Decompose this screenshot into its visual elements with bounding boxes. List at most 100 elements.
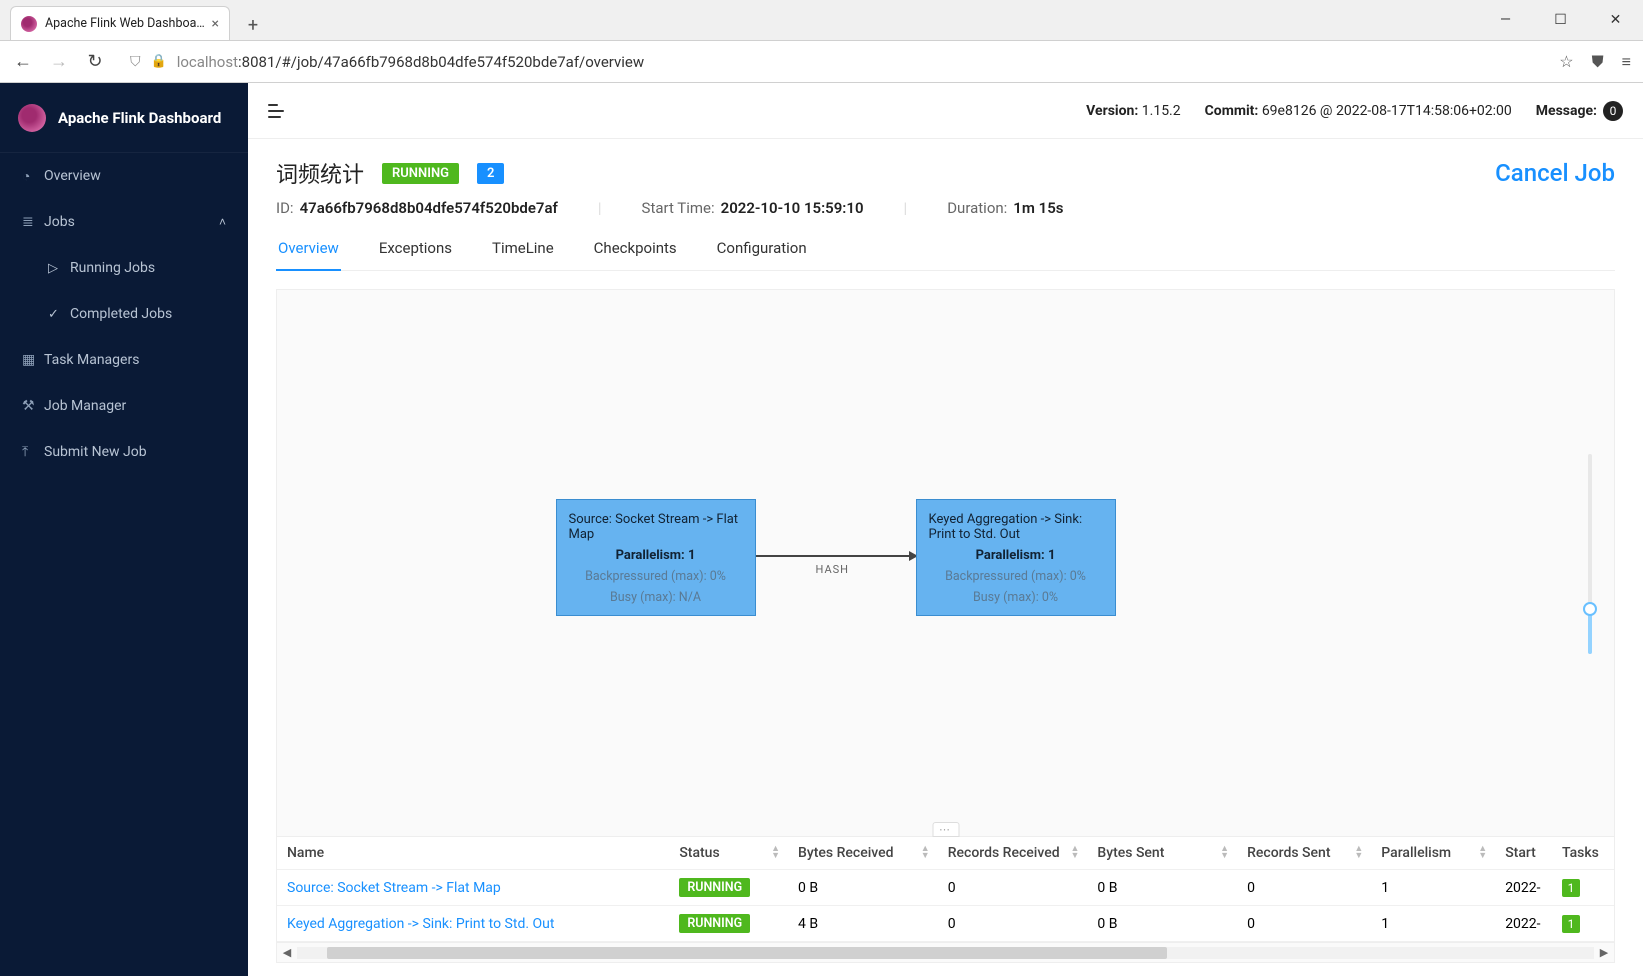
forward-button[interactable]: → bbox=[48, 51, 70, 73]
tab-timeline[interactable]: TimeLine bbox=[490, 239, 556, 270]
status-badge: RUNNING bbox=[679, 878, 750, 897]
sort-icon[interactable]: ▲▼ bbox=[1220, 846, 1229, 860]
list-icon: ≣ bbox=[22, 214, 44, 230]
menu-icon[interactable]: ≡ bbox=[1622, 52, 1631, 72]
cell-start-time: 2022- bbox=[1495, 870, 1552, 906]
minimize-button[interactable]: — bbox=[1478, 0, 1533, 40]
message-label: Message: bbox=[1536, 103, 1597, 119]
zoom-slider[interactable] bbox=[1588, 454, 1592, 654]
tab-checkpoints[interactable]: Checkpoints bbox=[592, 239, 679, 270]
job-start-label: Start Time: bbox=[642, 199, 715, 217]
scroll-thumb[interactable] bbox=[327, 947, 1167, 959]
col-name[interactable]: Name bbox=[277, 837, 669, 870]
col-tasks[interactable]: Tasks bbox=[1552, 837, 1614, 870]
sidebar-item-completed-jobs[interactable]: ✓ Completed Jobs bbox=[0, 291, 248, 337]
scroll-track[interactable] bbox=[297, 947, 1594, 959]
upload-icon: ⤒ bbox=[22, 444, 44, 460]
sidebar-item-label: Job Manager bbox=[44, 398, 126, 414]
graph-edge bbox=[756, 555, 916, 557]
table-row[interactable]: Keyed Aggregation -> Sink: Print to Std.… bbox=[277, 906, 1614, 942]
sidebar-item-task-managers[interactable]: ▦ Task Managers bbox=[0, 337, 248, 383]
graph-node-backpressure: Backpressured (max): 0% bbox=[569, 569, 743, 584]
col-records-received[interactable]: Records Received▲▼ bbox=[938, 837, 1088, 870]
tab-overview[interactable]: Overview bbox=[276, 239, 341, 271]
status-badge: RUNNING bbox=[679, 914, 750, 933]
table-horizontal-scrollbar[interactable]: ◀ ▶ bbox=[277, 942, 1614, 962]
flink-favicon bbox=[21, 16, 37, 32]
zoom-track-fill bbox=[1588, 610, 1592, 654]
close-icon[interactable]: × bbox=[212, 16, 219, 32]
sidebar-item-jobs[interactable]: ≣ Jobs ˄ bbox=[0, 199, 248, 245]
sidebar-toggle-button[interactable] bbox=[268, 104, 286, 118]
close-window-button[interactable]: ✕ bbox=[1588, 0, 1643, 40]
bookmark-icon[interactable]: ☆ bbox=[1559, 52, 1573, 71]
execution-graph: Source: Socket Stream -> Flat Map Parall… bbox=[556, 463, 1336, 663]
sort-icon[interactable]: ▲▼ bbox=[1354, 846, 1363, 860]
col-bytes-sent[interactable]: Bytes Sent▲▼ bbox=[1087, 837, 1237, 870]
lock-icon[interactable]: 🔒 bbox=[151, 54, 167, 69]
graph-node-2[interactable]: Keyed Aggregation -> Sink: Print to Std.… bbox=[916, 499, 1116, 616]
cell-bytes-received: 0 B bbox=[788, 870, 938, 906]
url-box[interactable]: ⛉ 🔒 localhost:8081/#/job/47a66fb7968d8b0… bbox=[120, 46, 1545, 78]
version-label: Version: bbox=[1086, 103, 1138, 119]
chevron-up-icon: ˄ bbox=[219, 215, 226, 229]
browser-tab-active[interactable]: Apache Flink Web Dashboard × bbox=[10, 6, 230, 40]
sidebar-title: Apache Flink Dashboard bbox=[58, 109, 221, 127]
sidebar-item-running-jobs[interactable]: ▷ Running Jobs bbox=[0, 245, 248, 291]
sort-icon[interactable]: ▲▼ bbox=[1070, 846, 1079, 860]
cell-name[interactable]: Source: Socket Stream -> Flat Map bbox=[277, 870, 669, 906]
cell-parallelism: 1 bbox=[1371, 906, 1495, 942]
reload-button[interactable]: ↻ bbox=[84, 51, 106, 73]
col-records-sent[interactable]: Records Sent▲▼ bbox=[1237, 837, 1371, 870]
back-button[interactable]: ← bbox=[12, 51, 34, 73]
col-parallelism[interactable]: Parallelism▲▼ bbox=[1371, 837, 1495, 870]
schedule-icon: ▦ bbox=[22, 352, 44, 368]
graph-node-parallelism: Parallelism: 1 bbox=[929, 548, 1103, 563]
graph-node-parallelism: Parallelism: 1 bbox=[569, 548, 743, 563]
graph-node-1[interactable]: Source: Socket Stream -> Flat Map Parall… bbox=[556, 499, 756, 616]
pocket-icon[interactable]: ⛊ bbox=[1592, 52, 1604, 72]
maximize-button[interactable]: ☐ bbox=[1533, 0, 1588, 40]
dashboard-icon: ◔ bbox=[22, 168, 44, 185]
execution-graph-panel[interactable]: Source: Socket Stream -> Flat Map Parall… bbox=[276, 289, 1615, 837]
cell-parallelism: 1 bbox=[1371, 870, 1495, 906]
cell-name[interactable]: Keyed Aggregation -> Sink: Print to Std.… bbox=[277, 906, 669, 942]
sort-icon[interactable]: ▲▼ bbox=[771, 846, 780, 860]
sort-icon[interactable]: ▲▼ bbox=[1478, 846, 1487, 860]
graph-node-busy: Busy (max): N/A bbox=[569, 590, 743, 605]
scroll-right-icon[interactable]: ▶ bbox=[1594, 946, 1614, 959]
sidebar-item-job-manager[interactable]: ⚒ Job Manager bbox=[0, 383, 248, 429]
play-circle-icon: ▷ bbox=[48, 261, 70, 276]
table-row[interactable]: Source: Socket Stream -> Flat Map RUNNING… bbox=[277, 870, 1614, 906]
col-bytes-received[interactable]: Bytes Received▲▼ bbox=[788, 837, 938, 870]
sidebar-item-submit-job[interactable]: ⤒ Submit New Job bbox=[0, 429, 248, 475]
task-count-badge: 1 bbox=[1562, 915, 1580, 933]
scroll-left-icon[interactable]: ◀ bbox=[277, 946, 297, 959]
browser-tab-title: Apache Flink Web Dashboard bbox=[45, 16, 206, 31]
topbar: Version: 1.15.2 Commit: 69e8126 @ 2022-0… bbox=[248, 83, 1643, 139]
zoom-handle[interactable] bbox=[1583, 602, 1597, 616]
sidebar-item-label: Jobs bbox=[44, 214, 75, 230]
cell-records-received: 0 bbox=[938, 870, 1088, 906]
content: 词频统计 RUNNING 2 Cancel Job ID:47a66fb7968… bbox=[248, 139, 1643, 976]
commit-label: Commit: bbox=[1205, 103, 1259, 119]
shield-icon[interactable]: ⛉ bbox=[130, 54, 141, 70]
job-subheader: ID:47a66fb7968d8b04dfe574f520bde7af | St… bbox=[276, 199, 1615, 217]
col-start-time[interactable]: Start bbox=[1495, 837, 1552, 870]
cancel-job-button[interactable]: Cancel Job bbox=[1495, 159, 1615, 187]
split-handle[interactable]: ⋯ bbox=[932, 822, 959, 837]
job-count-badge: 2 bbox=[477, 163, 504, 184]
message-count-badge[interactable]: 0 bbox=[1603, 101, 1623, 121]
cell-records-sent: 0 bbox=[1237, 906, 1371, 942]
col-status[interactable]: Status▲▼ bbox=[669, 837, 788, 870]
cell-status: RUNNING bbox=[669, 906, 788, 942]
sort-icon[interactable]: ▲▼ bbox=[921, 846, 930, 860]
new-tab-button[interactable]: + bbox=[238, 10, 268, 40]
job-start-value: 2022-10-10 15:59:10 bbox=[721, 199, 864, 217]
job-status-badge: RUNNING bbox=[382, 163, 459, 184]
tab-configuration[interactable]: Configuration bbox=[715, 239, 809, 270]
tab-exceptions[interactable]: Exceptions bbox=[377, 239, 454, 270]
task-count-badge: 1 bbox=[1562, 879, 1580, 897]
sidebar-item-overview[interactable]: ◔ Overview bbox=[0, 153, 248, 199]
window-controls: — ☐ ✕ bbox=[1478, 0, 1643, 40]
